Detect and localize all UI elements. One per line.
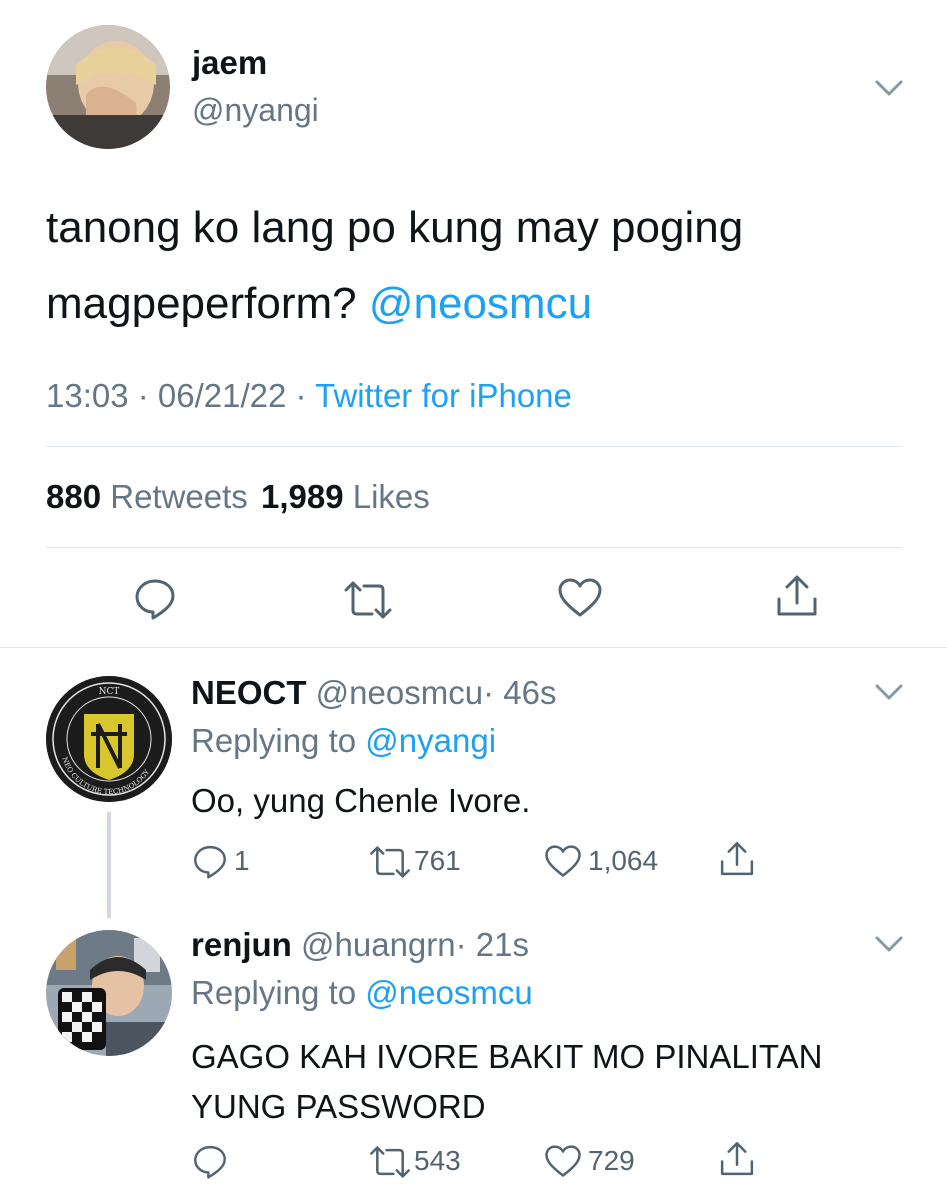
- replying-to-label: Replying to: [191, 974, 357, 1011]
- replying-to: Replying to @neosmcu: [191, 974, 533, 1012]
- retweet-count: 761: [414, 845, 461, 876]
- reply-author-handle[interactable]: @neosmcu: [316, 674, 483, 711]
- share-icon[interactable]: [774, 573, 820, 619]
- reply-text-line: YUNG PASSWORD: [191, 1088, 486, 1125]
- section-divider: [0, 647, 947, 648]
- like-count: 729: [588, 1145, 635, 1176]
- share-icon[interactable]: [718, 1140, 756, 1178]
- share-icon[interactable]: [718, 840, 756, 878]
- retweet-label[interactable]: Retweets: [110, 478, 248, 515]
- like-icon[interactable]: [544, 844, 582, 879]
- engagement-stats: 880 Retweets 1,989 Likes: [46, 478, 430, 516]
- tweet-meta: 13:03 · 06/21/22 · Twitter for iPhone: [46, 377, 572, 415]
- retweet-icon[interactable]: [342, 580, 394, 620]
- reply-icon[interactable]: [192, 1143, 228, 1179]
- source-link[interactable]: Twitter for iPhone: [315, 377, 572, 414]
- retweet-count[interactable]: 880: [46, 478, 101, 515]
- reply-count: 1: [234, 845, 250, 876]
- avatar-jaem[interactable]: [46, 25, 170, 149]
- retweet-count: 543: [414, 1145, 461, 1176]
- chevron-down-icon[interactable]: [874, 78, 904, 98]
- chevron-down-icon[interactable]: [874, 934, 904, 954]
- tweet-text: tanong ko lang po kung may poging magpep…: [46, 190, 906, 342]
- like-count[interactable]: 1,989: [261, 478, 344, 515]
- mention-link[interactable]: @neosmcu: [369, 279, 592, 328]
- replying-to: Replying to @nyangi: [191, 722, 496, 760]
- like-icon[interactable]: [544, 1144, 582, 1179]
- replying-to-label: Replying to: [191, 722, 357, 759]
- reply-text-line: GAGO KAH IVORE BAKIT MO PINALITAN: [191, 1038, 823, 1075]
- retweet-icon[interactable]: [368, 1145, 412, 1179]
- reply-text: Oo, yung Chenle Ivore.: [191, 782, 531, 819]
- like-count: 1,064: [588, 845, 659, 876]
- divider: [46, 446, 902, 447]
- reply-age[interactable]: · 46s: [483, 674, 556, 711]
- author-handle[interactable]: @nyangi: [192, 92, 319, 129]
- reply-icon[interactable]: [133, 576, 177, 620]
- reply-author-handle[interactable]: @huangrn: [301, 926, 456, 963]
- chevron-down-icon[interactable]: [874, 682, 904, 702]
- reply-header: renjun @huangrn· 21s: [191, 926, 529, 964]
- reply-icon[interactable]: [192, 843, 228, 879]
- reply-age[interactable]: · 21s: [456, 926, 529, 963]
- replying-to-link[interactable]: @nyangi: [365, 722, 496, 759]
- reply-author-name[interactable]: renjun: [191, 926, 292, 963]
- avatar-renjun[interactable]: [46, 930, 172, 1056]
- author-name[interactable]: jaem: [192, 44, 267, 82]
- retweet-icon[interactable]: [368, 845, 412, 879]
- thread-line: [107, 812, 111, 918]
- avatar-logo-top: NCT: [99, 687, 120, 697]
- avatar-neoct[interactable]: NCT NEO CULTURE TECHNOLOGY: [46, 676, 172, 802]
- replying-to-link[interactable]: @neosmcu: [365, 974, 532, 1011]
- reply-author-name[interactable]: NEOCT: [191, 674, 307, 711]
- timestamp[interactable]: 13:03 · 06/21/22 ·: [46, 377, 307, 414]
- reply-header: NEOCT @neosmcu· 46s: [191, 674, 556, 712]
- reply-text: GAGO KAH IVORE BAKIT MO PINALITAN YUNG P…: [191, 1032, 822, 1132]
- like-label[interactable]: Likes: [353, 478, 430, 515]
- like-icon[interactable]: [557, 577, 603, 619]
- divider: [46, 547, 902, 548]
